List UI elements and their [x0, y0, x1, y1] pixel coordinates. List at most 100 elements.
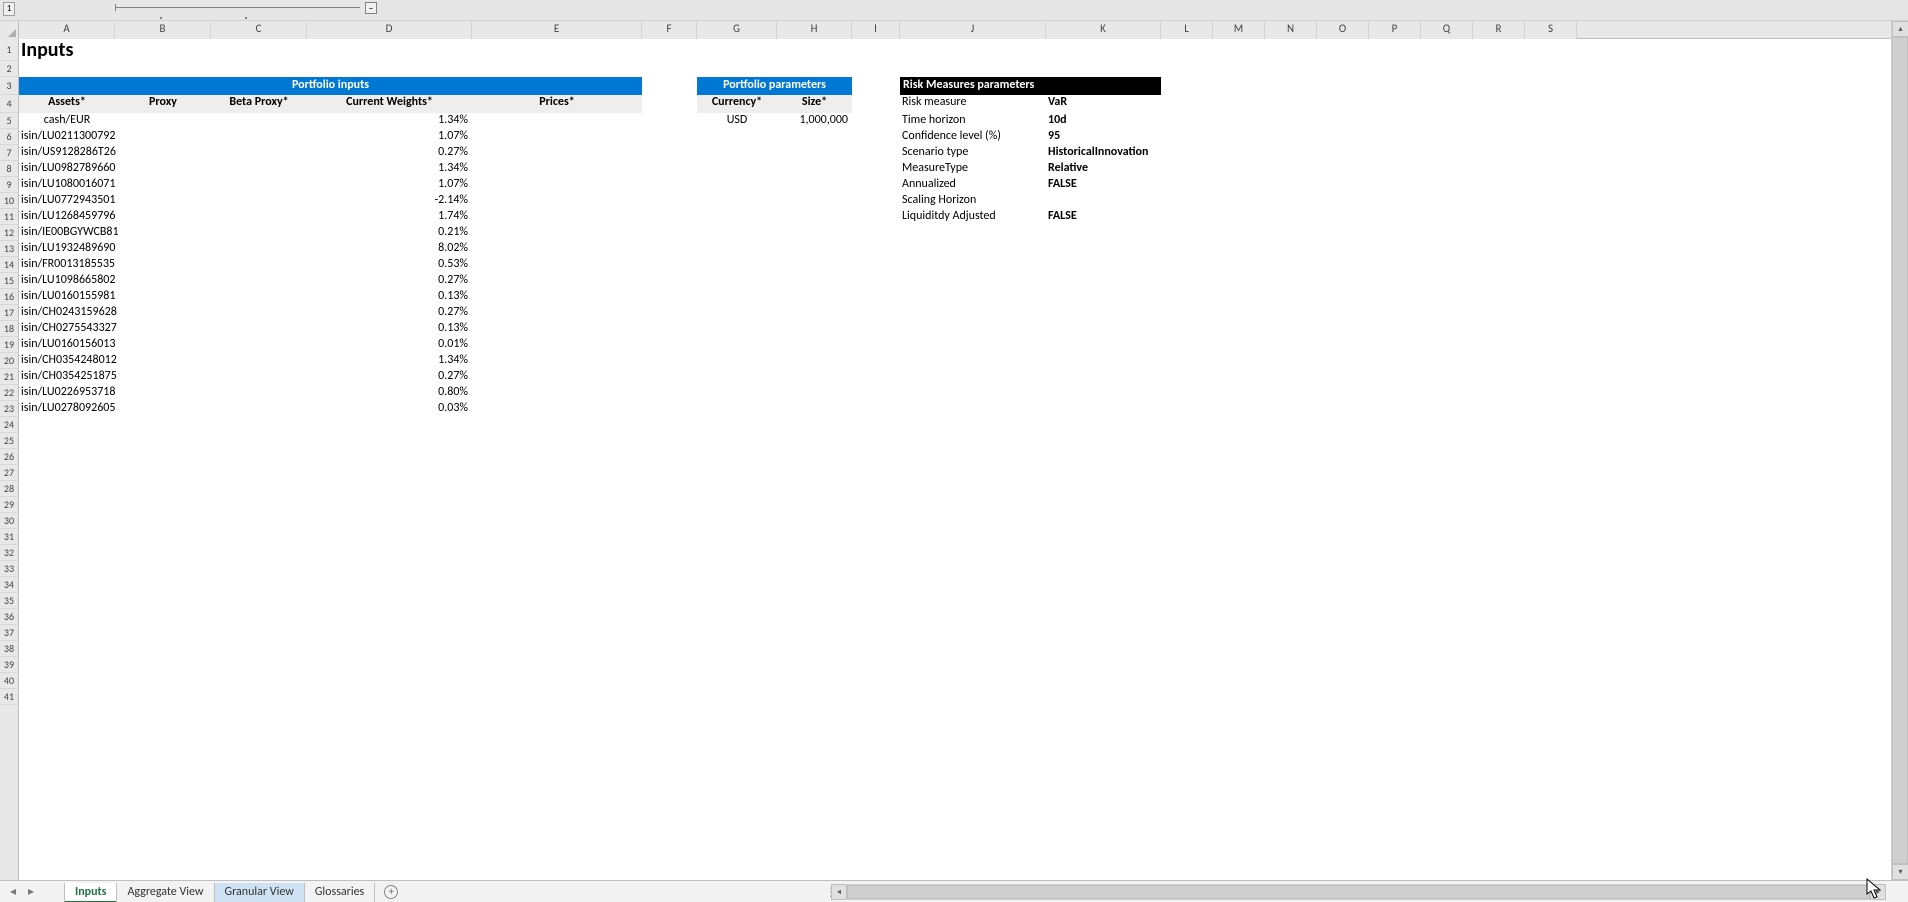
row-header-17[interactable]: 17 — [0, 305, 18, 321]
cell[interactable] — [697, 305, 777, 321]
grid-body[interactable]: 1234567891011121314151617181920212223242… — [0, 39, 1908, 880]
cell[interactable] — [777, 369, 852, 385]
cells-area[interactable]: InputsPortfolio inputsPortfolio paramete… — [19, 39, 1908, 880]
asset-cell[interactable]: isin/LU0772943501 — [19, 193, 115, 209]
beta-proxy-cell[interactable] — [211, 145, 307, 161]
row-header-32[interactable]: 32 — [0, 545, 18, 561]
asset-cell[interactable]: isin/LU0982789660 — [19, 161, 115, 177]
proxy-cell[interactable] — [115, 385, 211, 401]
horizontal-scrollbar[interactable]: ⋮ ◂ ▸ — [825, 884, 1886, 900]
row-header-11[interactable]: 11 — [0, 209, 18, 225]
column-header-I[interactable]: I — [852, 21, 900, 39]
row-header-1[interactable]: 1 — [0, 39, 18, 61]
row-header-35[interactable]: 35 — [0, 593, 18, 609]
beta-proxy-cell[interactable] — [211, 257, 307, 273]
risk-value[interactable]: FALSE — [1046, 209, 1161, 225]
proxy-cell[interactable] — [115, 353, 211, 369]
weight-cell[interactable]: 1.34% — [307, 353, 472, 369]
price-cell[interactable] — [472, 193, 642, 209]
asset-cell[interactable]: isin/LU1080016071 — [19, 177, 115, 193]
cell[interactable] — [1046, 289, 1161, 305]
row-header-23[interactable]: 23 — [0, 401, 18, 417]
proxy-cell[interactable] — [115, 337, 211, 353]
cell[interactable] — [697, 257, 777, 273]
cell[interactable] — [777, 353, 852, 369]
row-header-30[interactable]: 30 — [0, 513, 18, 529]
outline-collapse-button[interactable]: – — [365, 2, 377, 14]
column-header-M[interactable]: M — [1213, 21, 1265, 39]
row-header-27[interactable]: 27 — [0, 465, 18, 481]
cell[interactable] — [697, 241, 777, 257]
risk-value[interactable]: Relative — [1046, 161, 1161, 177]
beta-proxy-cell[interactable] — [211, 305, 307, 321]
asset-cell[interactable]: isin/US9128286T26 — [19, 145, 115, 161]
beta-proxy-cell[interactable] — [211, 369, 307, 385]
scroll-left-button[interactable]: ◂ — [831, 884, 847, 900]
cell[interactable] — [900, 241, 1046, 257]
price-cell[interactable] — [472, 177, 642, 193]
size-value[interactable]: 1,000,000 — [777, 113, 852, 129]
cell[interactable] — [1046, 273, 1161, 289]
proxy-cell[interactable] — [115, 193, 211, 209]
asset-cell[interactable]: isin/IE00BGYWCB81 — [19, 225, 115, 241]
asset-cell[interactable]: isin/LU0160155981 — [19, 289, 115, 305]
proxy-cell[interactable] — [115, 145, 211, 161]
cell[interactable] — [777, 257, 852, 273]
cell[interactable] — [777, 305, 852, 321]
row-header-40[interactable]: 40 — [0, 673, 18, 689]
row-header-22[interactable]: 22 — [0, 385, 18, 401]
asset-cell[interactable]: isin/LU1098665802 — [19, 273, 115, 289]
beta-proxy-cell[interactable] — [211, 113, 307, 129]
proxy-cell[interactable] — [115, 401, 211, 417]
price-cell[interactable] — [472, 289, 642, 305]
price-cell[interactable] — [472, 273, 642, 289]
tab-glossaries[interactable]: Glossaries — [304, 883, 375, 902]
risk-value[interactable]: FALSE — [1046, 177, 1161, 193]
cell[interactable] — [777, 337, 852, 353]
beta-proxy-cell[interactable] — [211, 209, 307, 225]
weight-cell[interactable]: 1.07% — [307, 177, 472, 193]
price-cell[interactable] — [472, 161, 642, 177]
proxy-cell[interactable] — [115, 241, 211, 257]
column-header-F[interactable]: F — [642, 21, 697, 39]
price-cell[interactable] — [472, 401, 642, 417]
price-cell[interactable] — [472, 321, 642, 337]
weight-cell[interactable]: 1.34% — [307, 113, 472, 129]
proxy-cell[interactable] — [115, 129, 211, 145]
asset-cell[interactable]: isin/CH0354248012 — [19, 353, 115, 369]
weight-cell[interactable]: 1.74% — [307, 209, 472, 225]
asset-cell[interactable]: isin/LU0160156013 — [19, 337, 115, 353]
tab-prev-button[interactable]: ◂ — [4, 883, 22, 901]
cell[interactable] — [900, 385, 1046, 401]
scroll-down-button[interactable]: ▾ — [1892, 864, 1908, 880]
column-header-N[interactable]: N — [1265, 21, 1317, 39]
cell[interactable] — [900, 289, 1046, 305]
beta-proxy-cell[interactable] — [211, 289, 307, 305]
proxy-cell[interactable] — [115, 369, 211, 385]
cell[interactable] — [777, 129, 852, 145]
cell[interactable] — [697, 129, 777, 145]
cell[interactable] — [900, 369, 1046, 385]
weight-cell[interactable]: 0.80% — [307, 385, 472, 401]
row-header-38[interactable]: 38 — [0, 641, 18, 657]
proxy-cell[interactable] — [115, 289, 211, 305]
cell[interactable] — [697, 337, 777, 353]
cell[interactable] — [697, 321, 777, 337]
row-header-18[interactable]: 18 — [0, 321, 18, 337]
column-header-K[interactable]: K — [1046, 21, 1161, 39]
cell[interactable] — [1046, 337, 1161, 353]
row-header-33[interactable]: 33 — [0, 561, 18, 577]
cell[interactable] — [697, 193, 777, 209]
weight-cell[interactable]: 0.27% — [307, 369, 472, 385]
row-header-41[interactable]: 41 — [0, 689, 18, 705]
cell[interactable] — [1046, 369, 1161, 385]
asset-cell[interactable]: isin/LU1932489690 — [19, 241, 115, 257]
v-scroll-thumb[interactable] — [1892, 37, 1908, 864]
beta-proxy-cell[interactable] — [211, 225, 307, 241]
risk-value[interactable]: VaR — [1046, 95, 1161, 113]
cell[interactable] — [1046, 385, 1161, 401]
beta-proxy-cell[interactable] — [211, 177, 307, 193]
row-header-26[interactable]: 26 — [0, 449, 18, 465]
risk-value[interactable]: 95 — [1046, 129, 1161, 145]
cell[interactable] — [697, 353, 777, 369]
